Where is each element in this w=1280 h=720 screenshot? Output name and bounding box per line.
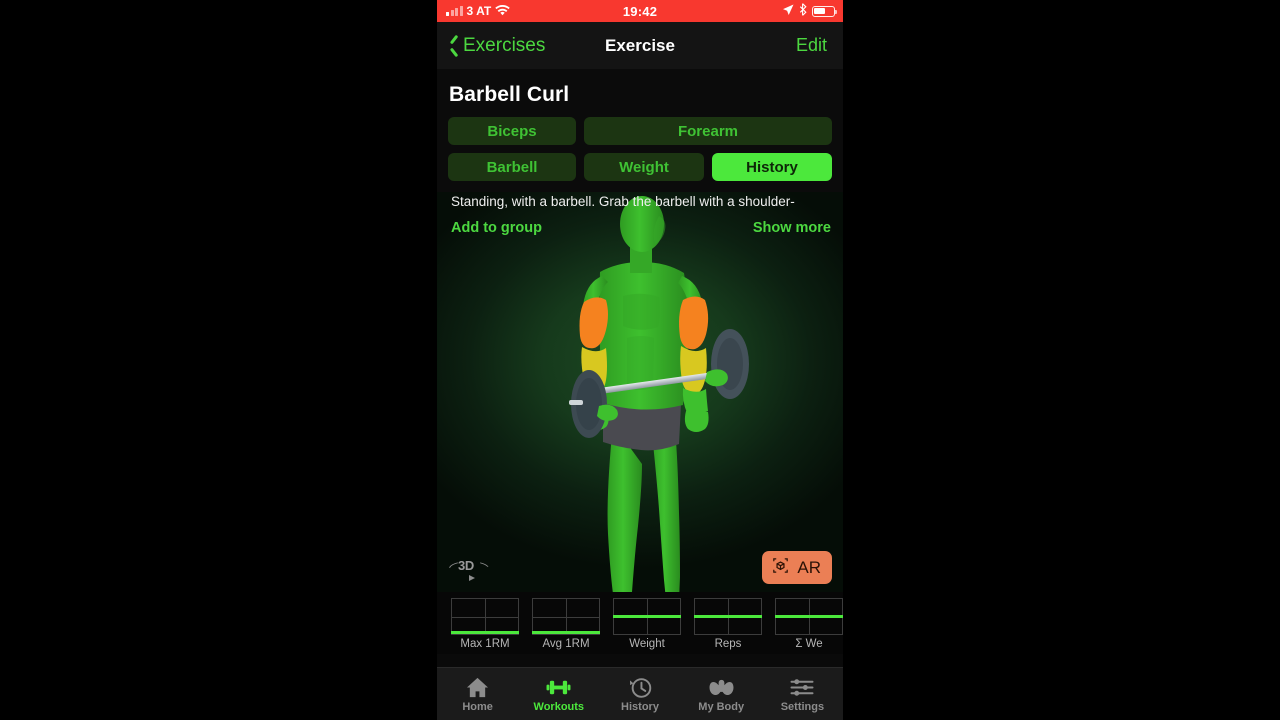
tab-label: Settings	[780, 700, 825, 713]
chart-label: Weight	[629, 638, 665, 650]
ar-cube-icon	[770, 555, 791, 581]
status-bar: 3 AT 19:42	[437, 0, 843, 22]
stats-charts: Max 1RM Avg 1RM Weight Reps Σ We	[437, 592, 843, 654]
chart-grid	[451, 598, 519, 635]
tab-label: History	[621, 700, 659, 713]
description-actions: Add to group Show more	[437, 210, 843, 236]
model-viewer[interactable]: 3D AR	[437, 192, 843, 592]
chart-grid	[775, 598, 843, 635]
tab-home[interactable]: Home	[437, 668, 518, 720]
exercise-detail: Barbell Curl Biceps Forearm Barbell Weig…	[437, 69, 843, 654]
navigation-bar: Exercises Exercise Edit	[437, 22, 843, 69]
chart-grid	[613, 598, 681, 635]
bluetooth-icon	[799, 3, 807, 19]
chart-weight[interactable]: Weight	[613, 598, 681, 654]
page-title: Exercise	[605, 35, 675, 55]
add-to-group-button[interactable]: Add to group	[451, 220, 542, 236]
rotate-3d-label: 3D	[458, 558, 474, 573]
edit-button[interactable]: Edit	[796, 35, 827, 56]
tab-history[interactable]: History	[599, 668, 680, 720]
rotate-3d-icon[interactable]: 3D	[449, 556, 489, 581]
description-block: Standing, with a barbell. Grab the barbe…	[437, 189, 843, 236]
clock-history-icon	[628, 676, 653, 699]
location-arrow-icon	[782, 4, 794, 19]
tag-row-1: Biceps Forearm	[448, 117, 832, 145]
chart-label: Σ We	[795, 638, 823, 650]
battery-icon	[812, 5, 838, 17]
exercise-description: Standing, with a barbell. Grab the barbe…	[451, 194, 795, 209]
tab-settings[interactable]: Settings	[762, 668, 843, 720]
sliders-icon	[789, 676, 815, 699]
human-body-3d-model	[569, 196, 749, 592]
chart-grid	[694, 598, 762, 635]
exercise-name: Barbell Curl	[449, 83, 570, 106]
screen: 3 AT 19:42 Exercises Exercise Edit Barbe…	[0, 0, 1280, 720]
tab-my-body[interactable]: My Body	[681, 668, 762, 720]
dumbbell-icon	[545, 676, 572, 699]
show-more-button[interactable]: Show more	[753, 220, 831, 236]
tag-section: Biceps Forearm Barbell Weight History	[437, 107, 843, 181]
phone-viewport: 3 AT 19:42 Exercises Exercise Edit Barbe…	[437, 0, 843, 720]
tag-biceps[interactable]: Biceps	[448, 117, 576, 145]
tag-history[interactable]: History	[712, 153, 832, 181]
tab-label: Workouts	[533, 700, 585, 713]
tag-forearm[interactable]: Forearm	[584, 117, 832, 145]
chart-grid	[532, 598, 600, 635]
tab-bar: Home Workouts History My Body Settings	[437, 667, 843, 720]
status-bar-right	[782, 3, 838, 19]
tab-label: My Body	[698, 700, 745, 713]
chart-max-1rm[interactable]: Max 1RM	[451, 598, 519, 654]
ar-button-label: AR	[797, 557, 821, 577]
home-icon	[465, 676, 490, 699]
chart-avg-1rm[interactable]: Avg 1RM	[532, 598, 600, 654]
ar-button[interactable]: AR	[762, 551, 832, 584]
chart-label: Max 1RM	[460, 638, 510, 650]
chart-reps[interactable]: Reps	[694, 598, 762, 654]
tag-weight[interactable]: Weight	[584, 153, 704, 181]
tab-label: Home	[462, 700, 493, 713]
chart-sum-weight[interactable]: Σ We	[775, 598, 843, 654]
tag-barbell[interactable]: Barbell	[448, 153, 576, 181]
chart-label: Avg 1RM	[542, 638, 590, 650]
muscle-arms-icon	[708, 676, 735, 699]
chart-label: Reps	[714, 638, 742, 650]
tab-workouts[interactable]: Workouts	[518, 668, 599, 720]
tag-row-2: Barbell Weight History	[448, 153, 832, 181]
